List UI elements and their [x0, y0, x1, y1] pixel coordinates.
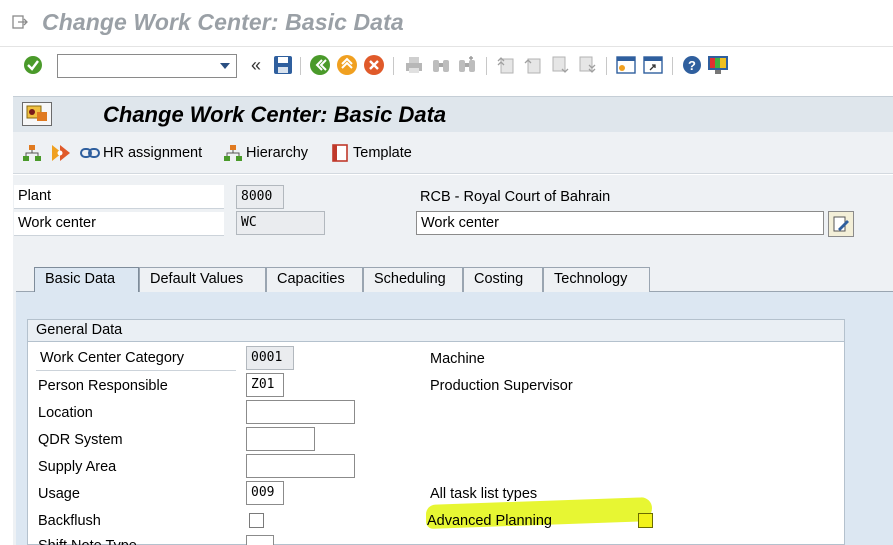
org-structure-button[interactable]	[22, 143, 42, 163]
last-page-icon	[579, 56, 596, 73]
shortcut-icon	[643, 56, 663, 74]
person-responsible-label: Person Responsible	[38, 378, 168, 394]
template-label: Template	[353, 145, 412, 161]
qdr-system-field[interactable]	[246, 427, 315, 451]
tab-technology[interactable]: Technology	[543, 267, 650, 292]
save-icon	[274, 56, 292, 74]
tab-default-values[interactable]: Default Values	[139, 267, 266, 292]
shift-note-type-label: Shift Note Type	[38, 538, 137, 545]
print-icon	[406, 57, 422, 73]
work-center-category-field: 0001	[246, 346, 294, 370]
shift-note-type-field[interactable]	[246, 535, 274, 545]
save-button[interactable]	[272, 54, 294, 76]
previous-page-button[interactable]	[522, 54, 544, 76]
checkmark-icon	[24, 56, 42, 74]
create-session-button[interactable]	[615, 54, 637, 76]
enter-button[interactable]	[22, 54, 44, 76]
binoculars-plus-icon	[459, 56, 475, 72]
usage-label: Usage	[38, 486, 80, 502]
double-chevron-left-icon: «	[250, 54, 261, 75]
tab-costing[interactable]: Costing	[463, 267, 543, 292]
next-page-button[interactable]	[549, 54, 571, 76]
svg-text:?: ?	[688, 58, 696, 73]
command-field[interactable]	[57, 54, 237, 78]
back-icon	[310, 55, 330, 75]
exit-button[interactable]	[336, 54, 358, 76]
work-center-field: WC	[236, 211, 325, 235]
hierarchy-icon	[224, 145, 242, 161]
screen-header: Change Work Center: Basic Data	[13, 96, 893, 132]
tab-capacities[interactable]: Capacities	[266, 267, 363, 292]
template-button[interactable]: Template	[330, 143, 412, 163]
supply-area-label: Supply Area	[38, 459, 117, 475]
template-icon	[332, 144, 348, 162]
hierarchy-label: Hierarchy	[246, 145, 309, 161]
location-label: Location	[38, 405, 93, 421]
tab-basic-data[interactable]: Basic Data	[34, 267, 139, 292]
work-center-label: Work center	[14, 212, 224, 236]
first-page-icon	[497, 57, 514, 74]
advanced-planning-label: Advanced Planning	[427, 513, 552, 529]
advanced-planning-checkbox[interactable]	[638, 513, 653, 528]
backflush-checkbox[interactable]	[249, 513, 264, 528]
window-title: Change Work Center: Basic Data	[42, 9, 404, 35]
backflush-label: Backflush	[38, 513, 101, 529]
link-icon	[80, 148, 100, 158]
usage-description: All task list types	[430, 486, 538, 502]
window-title-bar: Change Work Center: Basic Data	[0, 0, 893, 46]
previous-page-icon	[524, 58, 541, 74]
print-button[interactable]	[403, 54, 425, 76]
back-button[interactable]	[309, 54, 331, 76]
long-text-button[interactable]	[828, 211, 854, 237]
tab-scheduling[interactable]: Scheduling	[363, 267, 463, 292]
plant-field: 8000	[236, 185, 284, 209]
work-center-icon	[26, 105, 47, 121]
person-responsible-field[interactable]: Z01	[246, 373, 284, 397]
help-button[interactable]: ?	[681, 54, 703, 76]
edit-text-icon	[833, 216, 849, 232]
supply-area-field[interactable]	[246, 454, 355, 478]
cancel-icon	[364, 55, 384, 75]
capacity-icon	[52, 145, 70, 161]
location-field[interactable]	[246, 400, 355, 424]
frame-gap	[0, 86, 893, 96]
cancel-button[interactable]	[363, 54, 385, 76]
find-button[interactable]	[430, 54, 452, 76]
work-center-category-description: Machine	[430, 351, 485, 367]
collapse-button[interactable]: «	[245, 54, 267, 76]
screen-icon	[22, 102, 52, 126]
hr-assignment-button[interactable]: HR assignment	[80, 143, 202, 163]
application-toolbar: HR assignment Hierarchy Template	[13, 132, 893, 174]
usage-field[interactable]: 009	[246, 481, 284, 505]
plant-label: Plant	[14, 185, 224, 209]
monitor-icon	[708, 56, 728, 74]
exit-up-icon	[337, 55, 357, 75]
hierarchy-button[interactable]: Hierarchy	[223, 143, 308, 163]
binoculars-icon	[433, 60, 449, 72]
new-window-icon	[616, 56, 636, 74]
work-center-description-field[interactable]: Work center	[416, 211, 824, 235]
screen-title: Change Work Center: Basic Data	[103, 102, 447, 127]
chevron-down-icon[interactable]	[220, 63, 230, 69]
qdr-system-label: QDR System	[38, 432, 123, 448]
capacity-button[interactable]	[50, 143, 72, 163]
shortcut-button[interactable]	[642, 54, 664, 76]
general-data-title: General Data	[28, 320, 844, 342]
last-page-button[interactable]	[576, 54, 598, 76]
first-page-button[interactable]	[495, 54, 517, 76]
standard-toolbar: « ?	[0, 46, 893, 86]
org-structure-icon	[23, 145, 41, 161]
next-page-icon	[552, 56, 569, 73]
work-center-category-label: Work Center Category	[36, 347, 236, 371]
hr-assignment-label: HR assignment	[103, 145, 203, 161]
find-next-button[interactable]	[456, 54, 478, 76]
person-responsible-description: Production Supervisor	[430, 378, 573, 394]
customize-layout-button[interactable]	[707, 54, 729, 76]
plant-description: RCB - Royal Court of Bahrain	[420, 189, 611, 205]
help-icon: ?	[683, 56, 701, 74]
exit-icon[interactable]	[12, 15, 28, 29]
